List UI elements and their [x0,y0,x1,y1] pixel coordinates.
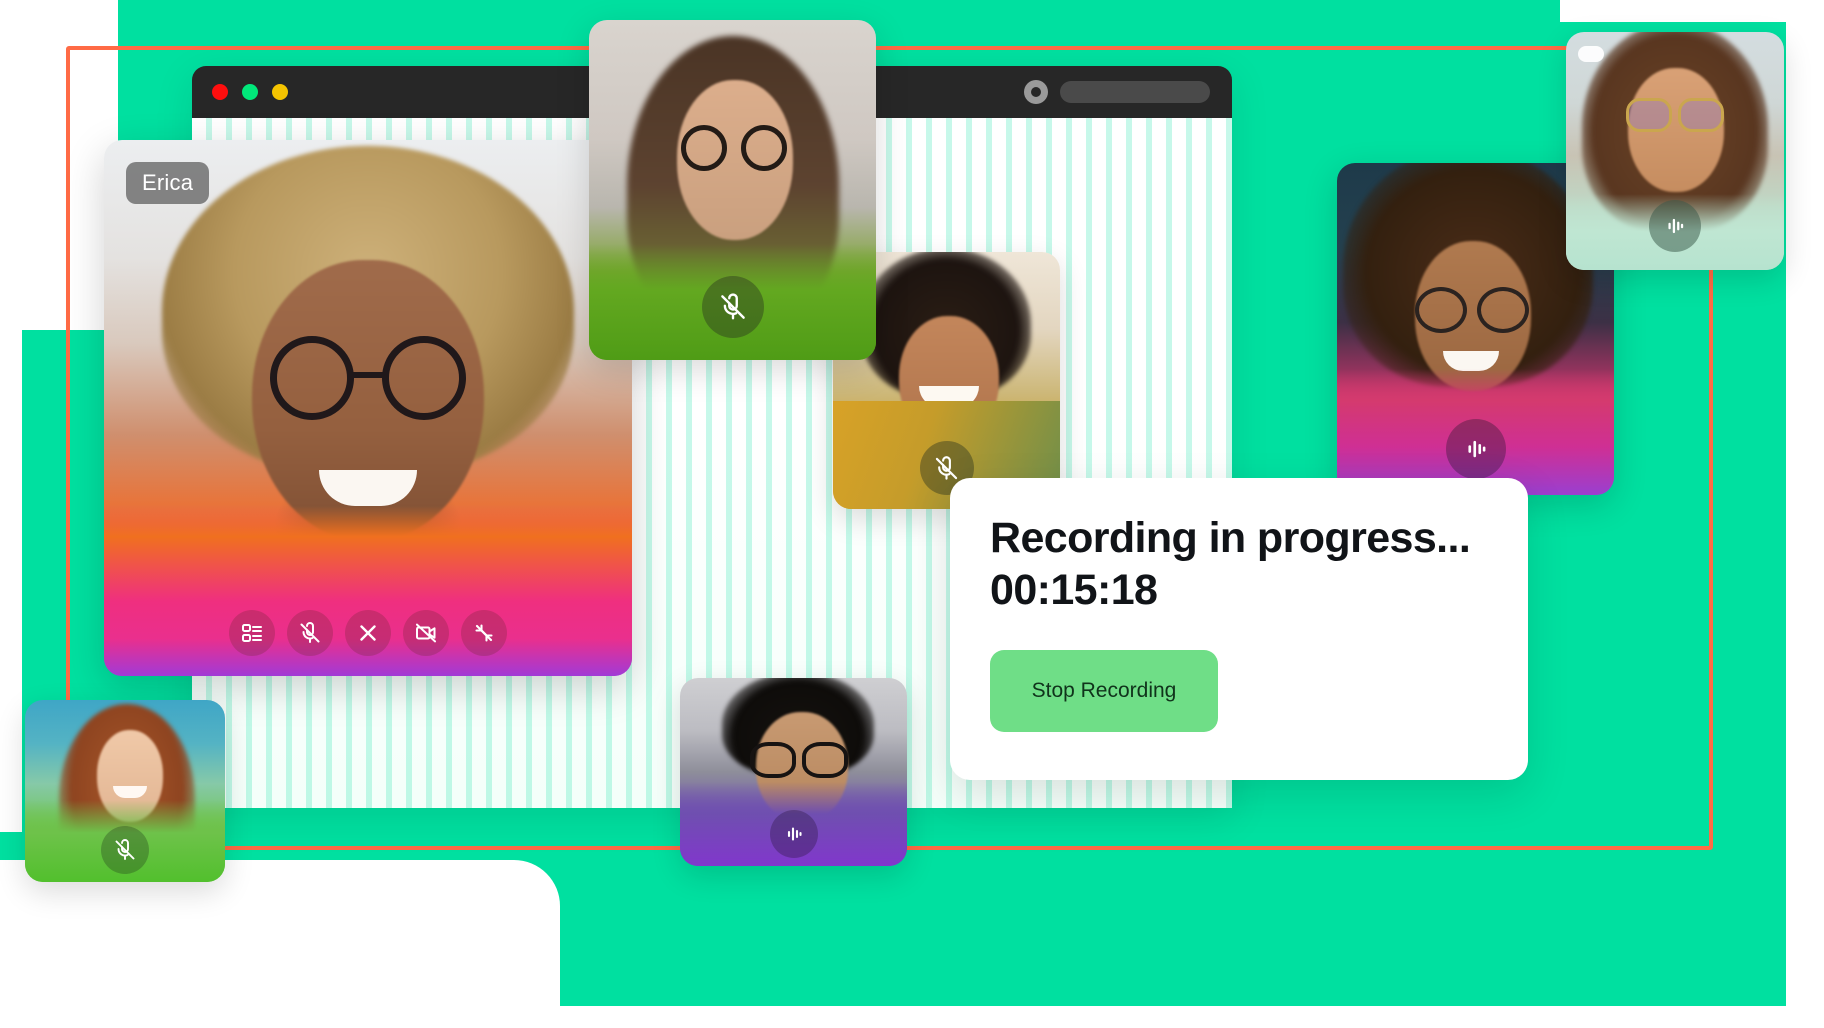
glasses-left-lens [270,336,354,420]
participant-glasses-right [1477,287,1529,333]
record-circle-icon[interactable] [1024,80,1048,104]
participant-glasses-left [681,125,727,171]
participant-glasses-right [802,742,848,778]
participant-glasses-right [741,125,787,171]
participant-tile-top-center[interactable] [589,20,876,360]
glasses-bridge [353,372,383,378]
bg-cut-top-right [1560,0,1824,22]
participant-tile-bottom-left[interactable] [25,700,225,882]
minimize-window-dot[interactable] [242,84,258,100]
layout-view-button[interactable] [229,610,275,656]
mic-off-icon [701,276,764,338]
audio-wave-icon [1445,419,1506,479]
recording-status-title: Recording in progress... [990,514,1471,562]
recording-elapsed-time: 00:15:18 [990,565,1158,614]
participant-glasses-left [1626,98,1672,132]
collapse-button[interactable] [461,610,507,656]
participant-name-badge: Erica [126,162,210,204]
close-window-dot[interactable] [212,84,228,100]
maximize-window-dot[interactable] [272,84,288,100]
participant-tile-bottom-center[interactable] [680,678,907,866]
glasses-right-lens [382,336,466,420]
bg-cut-bottom [0,1006,1824,1028]
traffic-lights [212,84,288,100]
app-stage: Erica Recording in progress... 00:15:18 … [0,0,1824,1028]
mic-off-icon [101,826,149,874]
mute-mic-button[interactable] [287,610,333,656]
audio-wave-icon [769,810,818,858]
bg-cut-bottom-left [0,860,560,1028]
audio-wave-icon [1649,200,1701,252]
end-call-button[interactable] [345,610,391,656]
main-video-tile[interactable]: Erica [104,140,632,676]
call-controls-bar [229,610,507,656]
participant-glasses-left [1415,287,1467,333]
address-bar-pill[interactable] [1060,81,1210,103]
stop-recording-button[interactable]: Stop Recording [990,649,1218,732]
participant-glasses-left [750,742,796,778]
participant-tile-right-upper[interactable] [1566,32,1784,270]
titlebar-right-controls [1024,80,1210,104]
recording-panel: Recording in progress... 00:15:18 Stop R… [950,478,1528,780]
bg-cut-left [0,312,22,832]
participant-glasses-right [1678,98,1724,132]
pinned-badge-icon [1578,46,1604,62]
stop-video-button[interactable] [403,610,449,656]
bg-cut-right [1786,0,1824,1028]
